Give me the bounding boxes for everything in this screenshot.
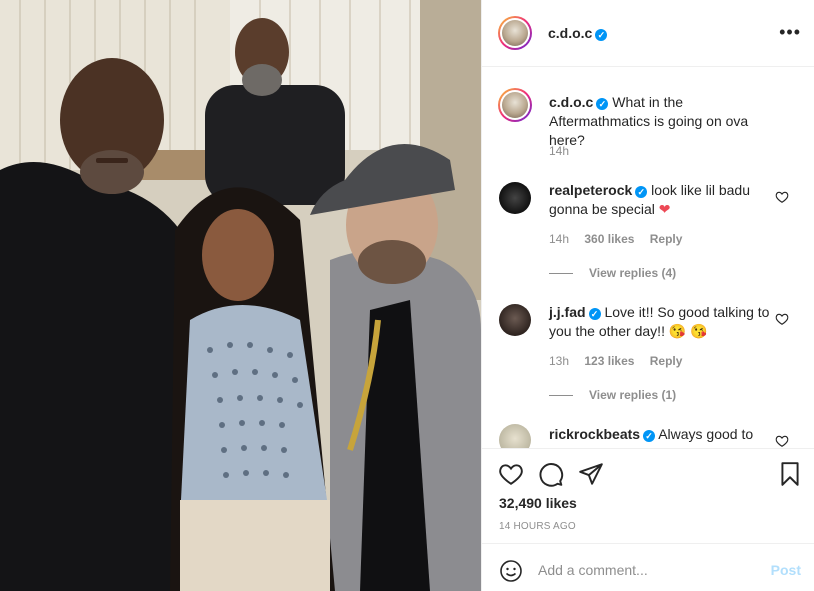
comment-meta: 13h 123 likes Reply — [549, 354, 694, 368]
post-panel: c.d.o.c ✓ ••• c.d.o.c ✓ What in the Afterm… — [481, 0, 814, 591]
verified-icon: ✓ — [635, 186, 648, 198]
verified-icon: ✓ — [643, 430, 656, 442]
kiss-emoji: 😘 😘 — [668, 323, 708, 339]
comment-time: 13h — [549, 354, 570, 368]
comment-text: rickrockbeats ✓ Always good to — [549, 426, 754, 442]
caption-username[interactable]: c.d.o.c — [549, 94, 593, 110]
photo-illustration — [0, 0, 481, 591]
comment-username[interactable]: rickrockbeats — [549, 426, 640, 442]
emoji-icon[interactable] — [499, 559, 523, 583]
heart-icon[interactable] — [498, 461, 524, 487]
comments-list[interactable]: c.d.o.c ✓ What in the Aftermathmatics is … — [482, 68, 814, 448]
commenter-avatar[interactable] — [499, 182, 531, 214]
post-timestamp[interactable]: 14 HOURS AGO — [499, 521, 576, 532]
caption-time: 14h — [549, 144, 570, 158]
heart-icon[interactable] — [775, 312, 789, 326]
author-username[interactable]: c.d.o.c ✓ — [548, 25, 608, 41]
post-actions: 32,490 likes 14 HOURS AGO — [482, 448, 814, 543]
view-replies-button[interactable]: View replies (1) — [549, 388, 676, 402]
heart-emoji: ❤ — [658, 201, 671, 217]
comment-username[interactable]: j.j.fad — [549, 304, 586, 320]
caption-text: c.d.o.c ✓ What in the Aftermathmatics is … — [549, 94, 749, 148]
comment-text: j.j.fad ✓ Love it!! So good talking to yo… — [549, 304, 770, 339]
verified-icon: ✓ — [596, 98, 609, 110]
heart-icon[interactable] — [775, 190, 789, 204]
comment-time: 14h — [549, 232, 570, 246]
share-icon[interactable] — [578, 461, 604, 487]
heart-icon[interactable] — [775, 434, 789, 448]
verified-icon: ✓ — [588, 308, 601, 320]
commenter-avatar[interactable] — [499, 304, 531, 336]
comment-meta: 14h 360 likes Reply — [549, 232, 694, 246]
comment-text: realpeterock ✓ look like lil badu gonna b… — [549, 182, 751, 217]
verified-icon: ✓ — [595, 29, 608, 41]
comment-username[interactable]: realpeterock — [549, 182, 632, 198]
post-button[interactable]: Post — [771, 562, 801, 578]
author-avatar[interactable] — [498, 16, 532, 50]
post-photo[interactable] — [0, 0, 481, 591]
reply-button[interactable]: Reply — [650, 354, 683, 368]
view-replies-button[interactable]: View replies (4) — [549, 266, 676, 280]
likes-count[interactable]: 32,490 likes — [499, 495, 577, 511]
more-icon[interactable]: ••• — [779, 22, 801, 43]
commenter-avatar[interactable] — [499, 424, 531, 448]
comment-likes[interactable]: 360 likes — [584, 232, 634, 246]
comment-input[interactable] — [538, 558, 758, 582]
comment-likes[interactable]: 123 likes — [584, 354, 634, 368]
bookmark-icon[interactable] — [777, 461, 803, 487]
reply-button[interactable]: Reply — [650, 232, 683, 246]
caption-meta: 14h — [549, 144, 581, 158]
add-comment-bar: Post — [482, 543, 814, 591]
post-header: c.d.o.c ✓ ••• — [482, 0, 814, 67]
comment-icon[interactable] — [538, 461, 564, 487]
caption-avatar[interactable] — [498, 88, 532, 122]
